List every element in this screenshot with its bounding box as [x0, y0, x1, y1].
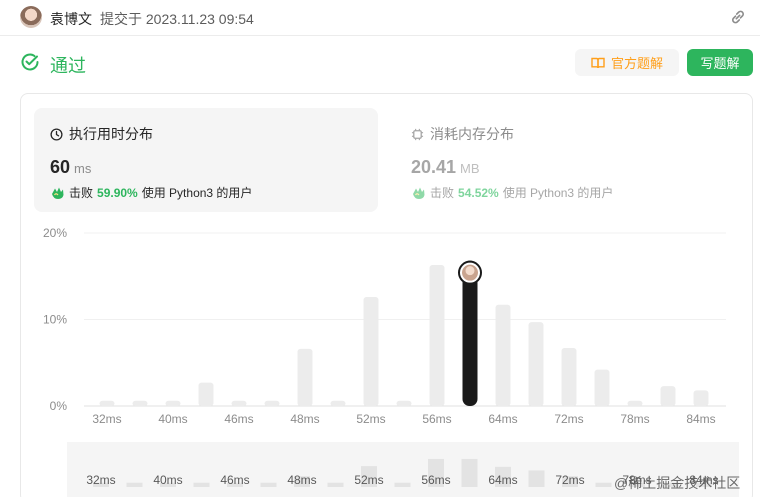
overview-bar: [260, 482, 277, 487]
runtime-distribution-chart[interactable]: 0% 10% 20% 32ms 40ms 46ms 48ms 52ms 56ms 64ms 72ms…: [0, 0, 760, 497]
y-tick-label: 10%: [43, 313, 67, 327]
x-tick-label: 78ms: [620, 412, 649, 426]
overview-tick-label: 52ms: [354, 473, 383, 487]
overview-bar: [595, 482, 612, 487]
overview-tick-label: 48ms: [287, 473, 316, 487]
bar[interactable]: [231, 400, 247, 406]
bar[interactable]: [429, 265, 445, 406]
x-tick-label: 48ms: [290, 412, 319, 426]
bar[interactable]: [330, 400, 346, 406]
overview-tick-label: 32ms: [86, 473, 115, 487]
bar[interactable]: [495, 304, 511, 406]
x-tick-label: 56ms: [422, 412, 451, 426]
y-tick-label: 20%: [43, 226, 67, 240]
overview-tick-label: 72ms: [555, 473, 584, 487]
x-tick-label: 84ms: [686, 412, 715, 426]
bar[interactable]: [165, 400, 181, 406]
x-tick-label: 32ms: [92, 412, 121, 426]
bar[interactable]: [264, 400, 280, 406]
overview-tick-label: 64ms: [488, 473, 517, 487]
x-tick-label: 52ms: [356, 412, 385, 426]
overview-tick-label: 56ms: [421, 473, 450, 487]
overview-bar: [193, 482, 210, 487]
watermark: @稀土掘金技术社区: [614, 475, 741, 491]
bar[interactable]: [297, 348, 313, 406]
bar[interactable]: [198, 382, 214, 406]
bar[interactable]: [693, 390, 709, 406]
bar[interactable]: [528, 322, 544, 406]
overview-tick-label: 40ms: [153, 473, 182, 487]
bar[interactable]: [363, 297, 379, 406]
overview-tick-label: 46ms: [220, 473, 249, 487]
x-tick-label: 72ms: [554, 412, 583, 426]
x-tick-label: 64ms: [488, 412, 517, 426]
x-tick-label: 46ms: [224, 412, 253, 426]
bar[interactable]: [132, 400, 148, 406]
bar[interactable]: [660, 386, 676, 406]
bar[interactable]: [594, 369, 610, 406]
avatar-face-skin-icon: [465, 266, 475, 276]
overview-bar: [126, 482, 143, 487]
overview-bar: [327, 482, 344, 487]
overview-bar: [394, 482, 411, 487]
y-tick-label: 0%: [50, 399, 68, 413]
bar[interactable]: [396, 400, 412, 406]
overview-bar: [461, 458, 478, 487]
x-tick-label: 40ms: [158, 412, 187, 426]
bar[interactable]: [627, 400, 643, 406]
bar[interactable]: [99, 400, 115, 406]
bar[interactable]: [561, 348, 577, 406]
overview-bar: [528, 470, 545, 487]
